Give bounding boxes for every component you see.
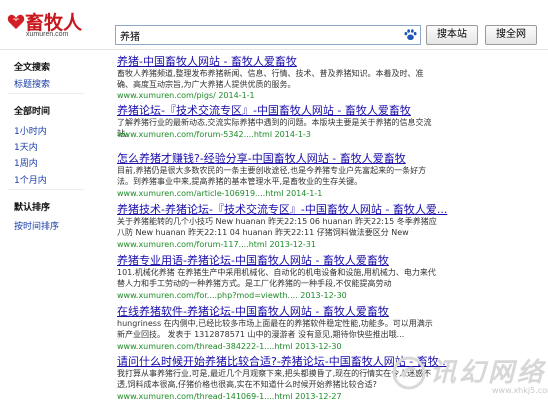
search-mode-title: 全文搜索 — [14, 63, 51, 73]
sidebar-divider — [8, 189, 84, 190]
result-title[interactable]: 养猪专业用语-养猪论坛-中国畜牧人网站 - 畜牧人爱畜牧 — [117, 252, 389, 268]
result-title[interactable]: 在线养猪软件-养猪论坛-中国畜牧人网站 - 畜牧人爱畜牧 — [117, 303, 389, 319]
result-snippet: 畜牧人养猪频道,整理发布养猪新闻、信息、行情、技术、普及养猪知识。本着及时、准确… — [117, 69, 424, 89]
result-snippet: 目前,养猪仍是很大多数农民的一条主要创收途径,也是今养猪专业户先富起来的一条好方… — [117, 166, 427, 186]
watermark-logo-icon — [392, 356, 426, 390]
result-snippet: 101.机械化养猪 在养猪生产中采用机械化、自动化的机电设备和设施,用机械力、电… — [117, 268, 436, 288]
result-url: www.xumuren.com/article-106919....html 2… — [117, 189, 323, 198]
search-input[interactable] — [116, 26, 402, 44]
result-url: www.xumuren.com/forum-5342....html 2014-… — [117, 130, 311, 139]
result-title[interactable]: 怎么养猪才赚钱?-经验分享-中国畜牧人网站 - 畜牧人爱畜牧 — [117, 150, 406, 166]
header: 畜牧人 xumuren.com 搜本站 搜全网 — [0, 0, 548, 50]
watermark-url: www.xhkj5.com — [492, 386, 548, 395]
sort-by-time-link[interactable]: 按时间排序 — [14, 219, 59, 232]
result-url: www.xumuren.com/thread-384222-1....html … — [117, 342, 342, 351]
result-snippet: 我打算从事养猪行业,可是,最近几个月观察下来,把头都摸昏了,现在的行情实在令人迷… — [117, 369, 432, 389]
search-web-button[interactable]: 搜全网 — [485, 25, 537, 45]
heart-logo-icon — [7, 14, 25, 30]
result-snippet: hungriness 在内侧中,已经比较多市场上面最在的养猪软件稳定性能,功能多… — [117, 319, 433, 339]
result-title[interactable]: 养猪技术-养猪论坛-『技术交流专区』-中国畜牧人网站 - 畜牧人爱... — [117, 201, 447, 217]
title-search-link[interactable]: 标题搜索 — [14, 77, 50, 90]
result-title[interactable]: 养猪-中国畜牧人网站 - 畜牧人爱畜牧 — [117, 53, 297, 69]
search-box — [115, 25, 421, 45]
paw-icon[interactable] — [404, 29, 417, 41]
sort-title: 默认排序 — [14, 203, 51, 213]
time-filter-1-day[interactable]: 1天内 — [14, 140, 38, 153]
result-url: www.xumuren.com/pigs/ 2014-1-1 — [117, 91, 255, 100]
result-title[interactable]: 养猪论坛-『技术交流专区』-中国畜牧人网站 - 畜牧人爱畜牧 — [117, 102, 411, 118]
sidebar: 全文搜索 标题搜索 全部时间 1小时内 1天内 1周内 1个月内 默认排序 按时… — [0, 51, 88, 400]
search-site-button[interactable]: 搜本站 — [426, 25, 478, 45]
watermark-text: 讯幻网络 — [430, 358, 547, 388]
result-url: www.xumuren.com/thread-141069-1....html … — [117, 392, 342, 400]
result-url: www.xumuren.com/for....php?mod=viewth...… — [117, 291, 347, 300]
watermark: 讯幻网络 www.xhkj5.com — [392, 350, 548, 400]
time-filter-1-hour[interactable]: 1小时内 — [14, 124, 47, 137]
time-filter-1-month[interactable]: 1个月内 — [14, 173, 47, 186]
site-logo[interactable]: 畜牧人 xumuren.com — [4, 6, 82, 44]
time-filter-title: 全部时间 — [14, 107, 51, 117]
result-snippet: 关于养猪能转的几个小技巧 New huanan 昨天22:15 06 huana… — [117, 217, 437, 237]
sidebar-divider — [8, 93, 84, 94]
logo-domain: xumuren.com — [26, 31, 69, 38]
time-filter-1-week[interactable]: 1周内 — [14, 156, 38, 169]
result-url: www.xumuren.com/forum-117....html 2013-1… — [117, 240, 316, 249]
